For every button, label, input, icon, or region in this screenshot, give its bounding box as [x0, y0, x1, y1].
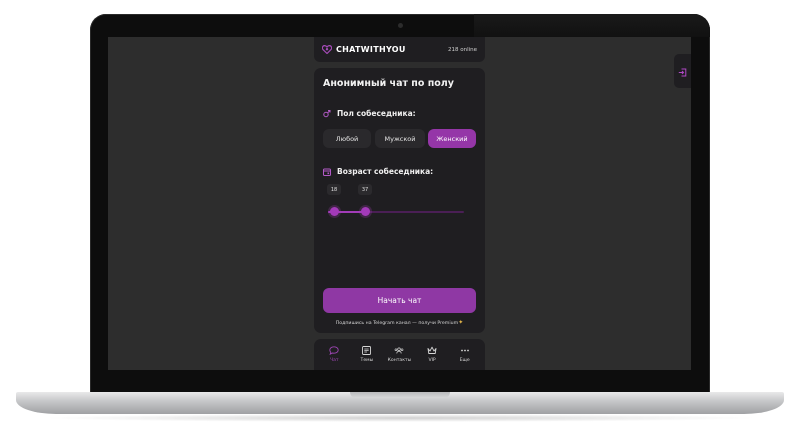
gender-option-any[interactable]: Любой	[323, 129, 371, 148]
age-min-handle[interactable]	[330, 207, 339, 216]
chat-bubble-icon	[329, 346, 339, 355]
gender-icon	[323, 109, 331, 118]
nav-label-more: Еще	[459, 358, 470, 363]
gender-option-male[interactable]: Мужской	[375, 129, 425, 148]
screen: CHATWITHYOU 218 online Анонимный чат по …	[108, 37, 691, 370]
age-min-value: 18	[327, 184, 341, 195]
gender-label: Пол собеседника:	[337, 109, 416, 118]
camera	[398, 23, 403, 28]
laptop-shadow	[40, 414, 760, 422]
nav-label-vip: VIP	[428, 358, 436, 363]
calendar-icon	[323, 168, 331, 176]
age-max-handle[interactable]	[361, 207, 370, 216]
logo-text[interactable]: CHATWITHYOU	[336, 45, 406, 54]
nav-item-contacts[interactable]: Контакты	[384, 346, 414, 363]
sparkle-icon: ✦	[458, 319, 464, 326]
logo-heart-icon	[322, 45, 332, 54]
age-section-label: Возраст собеседника:	[323, 167, 433, 176]
top-bar: CHATWITHYOU 218 online	[314, 37, 485, 62]
nav-item-vip[interactable]: VIP	[417, 346, 447, 363]
page-title: Анонимный чат по полу	[323, 78, 454, 89]
login-side-button[interactable]	[674, 54, 691, 88]
age-label: Возраст собеседника:	[337, 167, 434, 176]
gender-option-female[interactable]: Женский	[428, 129, 476, 148]
bottom-nav: Чат Темы Контакты VIP Еще	[314, 339, 485, 370]
nav-label-contacts: Контакты	[387, 358, 412, 363]
nav-label-chat: Чат	[329, 358, 339, 363]
nav-item-chat[interactable]: Чат	[319, 346, 349, 363]
laptop-base-notch	[350, 392, 450, 398]
topics-icon	[362, 346, 372, 355]
nav-item-more[interactable]: Еще	[450, 346, 480, 363]
contacts-icon	[394, 346, 404, 355]
start-chat-button[interactable]: Начать чат	[323, 288, 476, 313]
promo-text: Подпишись на Telegram канал — получи Pre…	[335, 321, 459, 326]
online-count: 218 online	[447, 46, 477, 53]
age-max-value: 37	[358, 184, 372, 195]
more-icon	[460, 346, 470, 355]
nav-item-topics[interactable]: Темы	[352, 346, 382, 363]
app-column: CHATWITHYOU 218 online Анонимный чат по …	[314, 37, 485, 370]
gender-section-label: Пол собеседника:	[323, 109, 416, 118]
crown-icon	[427, 346, 437, 355]
telegram-promo-link[interactable]: Подпишись на Telegram канал — получи Pre…	[314, 319, 485, 326]
screen-gloss	[474, 14, 710, 37]
nav-label-topics: Темы	[360, 358, 374, 363]
login-icon	[678, 62, 687, 81]
